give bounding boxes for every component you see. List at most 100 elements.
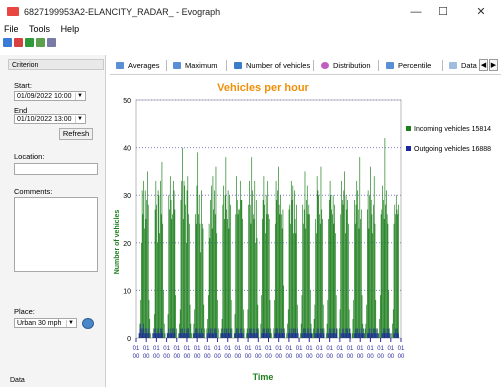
bar-incoming xyxy=(313,318,315,338)
chevron-down-icon[interactable]: ▼ xyxy=(66,320,75,327)
bar-outgoing xyxy=(262,328,264,338)
bar-incoming xyxy=(356,180,358,338)
export-pdf-icon[interactable] xyxy=(14,38,23,47)
bar-incoming xyxy=(201,190,202,338)
maximize-button[interactable]: ☐ xyxy=(432,4,454,20)
bar-outgoing xyxy=(318,328,320,338)
bar-outgoing xyxy=(208,328,209,338)
bar-outgoing xyxy=(327,333,329,338)
bar-outgoing xyxy=(289,328,291,338)
open-icon[interactable] xyxy=(3,38,12,47)
tab-separator xyxy=(166,60,167,71)
maximum-icon xyxy=(173,62,181,69)
menu-file[interactable]: File xyxy=(4,24,19,34)
place-label: Place: xyxy=(14,307,35,316)
menu-help[interactable]: Help xyxy=(61,24,80,34)
tab-number-of-vehicles[interactable]: Number of vehicles xyxy=(234,57,310,74)
bar-outgoing xyxy=(162,333,164,338)
bar-outgoing xyxy=(241,328,243,338)
settings-icon[interactable] xyxy=(36,38,45,47)
bar-incoming xyxy=(227,219,228,338)
x-tick-label: 01 xyxy=(336,346,343,352)
bar-outgoing xyxy=(334,328,335,338)
bar-incoming xyxy=(391,333,393,338)
bar-outgoing xyxy=(265,333,267,338)
bar-incoming xyxy=(243,328,245,338)
bar-incoming xyxy=(162,223,164,338)
bar-outgoing xyxy=(376,333,377,338)
bar-outgoing xyxy=(236,328,237,338)
tab-averages[interactable]: Averages xyxy=(116,57,160,74)
bar-outgoing xyxy=(182,328,183,338)
bar-incoming xyxy=(265,195,267,338)
bar-outgoing xyxy=(255,333,256,338)
x-tick-label: 00 xyxy=(235,354,242,360)
bar-incoming xyxy=(267,180,269,338)
bar-incoming xyxy=(269,299,271,338)
bar-incoming xyxy=(322,219,323,338)
refresh-button[interactable]: Refresh xyxy=(59,128,93,140)
bar-incoming xyxy=(168,195,170,338)
legend-incoming: Incoming vehicles 15814 xyxy=(406,126,491,133)
bar-incoming xyxy=(385,204,386,338)
bar-incoming xyxy=(253,219,255,338)
start-date-picker[interactable]: 01/09/2022 10:00 ▼ xyxy=(14,91,86,101)
end-date-value: 01/10/2022 13:00 xyxy=(17,116,72,123)
bar-incoming xyxy=(395,214,396,338)
place-select[interactable]: Urban 30 mph ▼ xyxy=(14,318,77,328)
bar-incoming xyxy=(144,228,145,338)
bar-incoming xyxy=(302,204,304,338)
minimize-button[interactable]: — xyxy=(405,4,427,20)
bar-outgoing xyxy=(251,333,253,338)
percentile-icon xyxy=(386,62,394,69)
chevron-down-icon[interactable]: ▼ xyxy=(75,116,84,123)
bar-outgoing xyxy=(333,333,335,338)
bar-incoming xyxy=(300,333,301,338)
x-tick-label: 00 xyxy=(255,354,262,360)
close-button[interactable]: ✕ xyxy=(470,4,492,20)
bar-outgoing xyxy=(335,333,337,338)
bar-outgoing xyxy=(306,328,308,338)
bar-outgoing xyxy=(256,328,258,338)
bar-outgoing xyxy=(254,328,256,338)
tab-maximum[interactable]: Maximum xyxy=(173,57,218,74)
x-tick-label: 01 xyxy=(214,346,221,352)
comments-textarea[interactable] xyxy=(14,197,98,272)
tab-distribution[interactable]: Distribution xyxy=(321,57,371,74)
place-settings-icon[interactable] xyxy=(82,318,94,329)
tab-scroll-right-button[interactable]: ▶ xyxy=(489,59,498,71)
tab-percentile[interactable]: Percentile xyxy=(386,57,431,74)
bar-incoming xyxy=(386,214,388,338)
bar-outgoing xyxy=(198,333,199,338)
bar-outgoing xyxy=(370,333,371,338)
menu-tools[interactable]: Tools xyxy=(29,24,50,34)
bar-incoming xyxy=(217,299,218,338)
bar-incoming xyxy=(201,223,203,338)
bar-outgoing xyxy=(167,333,169,338)
bar-outgoing xyxy=(200,333,202,338)
bar-incoming xyxy=(369,195,370,338)
print-icon[interactable] xyxy=(47,38,56,47)
tab-data[interactable]: Data xyxy=(449,57,477,74)
bar-outgoing xyxy=(356,333,358,338)
bar-incoming xyxy=(173,190,175,338)
bar-incoming xyxy=(173,180,174,338)
x-tick-label: 01 xyxy=(357,346,364,352)
bar-outgoing xyxy=(364,333,365,338)
export-excel-icon[interactable] xyxy=(25,38,34,47)
chevron-down-icon[interactable]: ▼ xyxy=(75,93,84,100)
bar-outgoing xyxy=(308,328,310,338)
bar-outgoing xyxy=(185,333,187,338)
bar-outgoing xyxy=(373,328,374,338)
bar-incoming xyxy=(143,180,145,338)
x-tick-label: 00 xyxy=(336,354,343,360)
bar-outgoing xyxy=(277,328,278,338)
tab-scroll-left-button[interactable]: ◀ xyxy=(479,59,488,71)
location-input[interactable] xyxy=(14,163,98,175)
end-date-picker[interactable]: 01/10/2022 13:00 ▼ xyxy=(14,114,86,124)
bar-outgoing xyxy=(148,333,150,338)
bar-incoming xyxy=(211,228,213,338)
bar-incoming xyxy=(344,171,345,338)
bar-incoming xyxy=(334,204,335,338)
bar-outgoing xyxy=(223,328,225,338)
